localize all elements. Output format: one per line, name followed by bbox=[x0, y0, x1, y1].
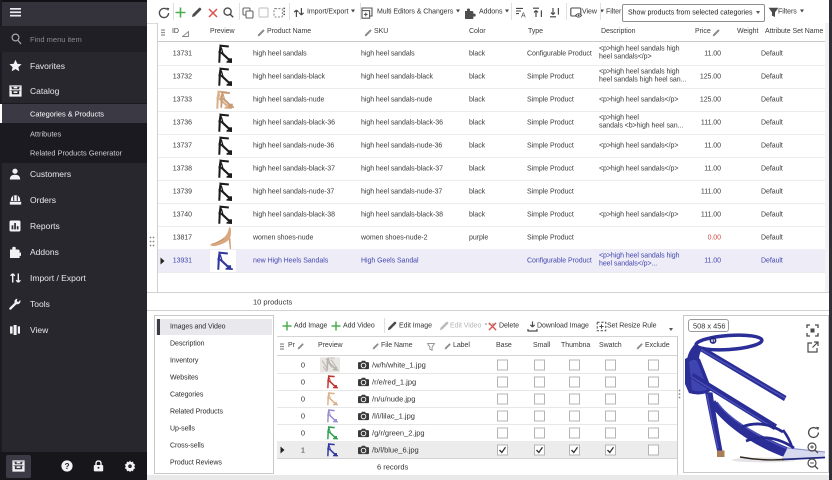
svg-text:?: ? bbox=[64, 461, 69, 471]
